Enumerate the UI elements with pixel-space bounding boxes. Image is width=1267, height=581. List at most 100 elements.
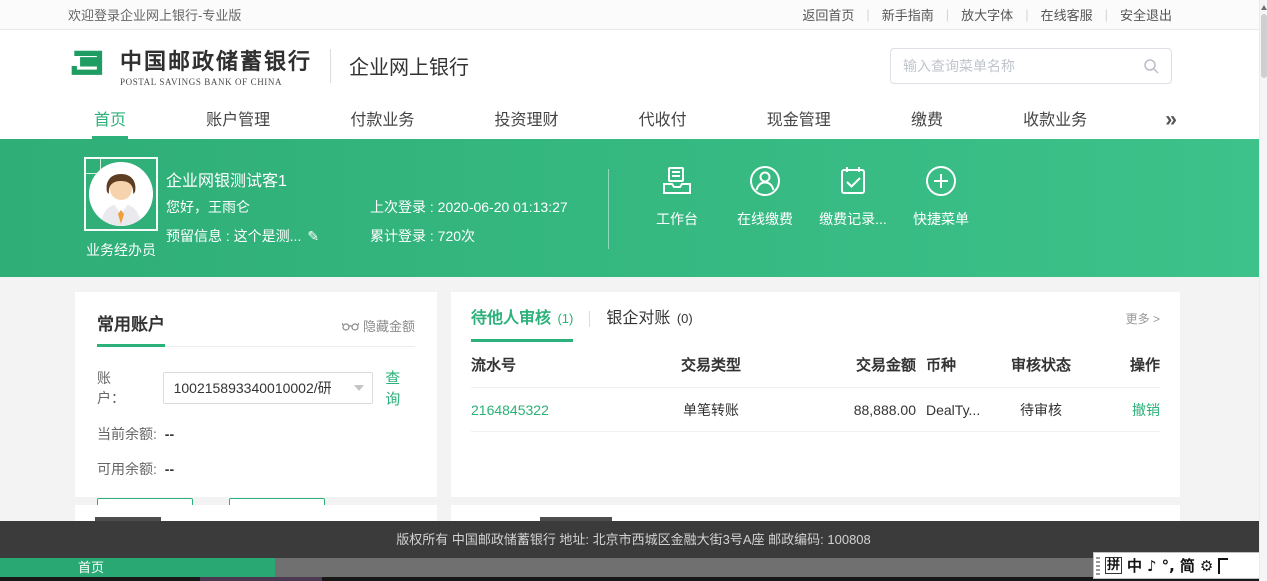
- bottom-taskbar: 首页: [0, 558, 1267, 577]
- last-login: 上次登录 : 2020-06-20 01:13:27: [370, 197, 568, 217]
- last-login-label: 上次登录 :: [370, 199, 438, 215]
- header: 中国邮政储蓄银行 POSTAL SAVINGS BANK OF CHINA 企业…: [0, 31, 1259, 100]
- link-safe-exit[interactable]: 安全退出: [1120, 5, 1172, 24]
- link-beginner-guide[interactable]: 新手指南: [882, 5, 934, 24]
- shortcut-online-payment[interactable]: 在线缴费: [721, 163, 809, 229]
- glasses-icon: [342, 320, 359, 332]
- clipped-panel-right: [451, 505, 1180, 522]
- review-status: 待审核: [991, 400, 1091, 420]
- available-balance-row: 可用余额: --: [97, 459, 415, 479]
- bottom-edge-segment: [200, 577, 322, 581]
- transaction-type: 单笔转账: [641, 400, 781, 420]
- tab-pending-review[interactable]: 待他人审核 (1): [471, 304, 573, 342]
- tab-count: (1): [557, 311, 573, 326]
- product-title: 企业网上银行: [349, 51, 469, 80]
- clipboard-check-icon: [835, 163, 871, 199]
- panel-title: 常用账户: [97, 310, 165, 347]
- divider: |: [1105, 7, 1108, 22]
- edit-pencil-icon[interactable]: ✎: [307, 228, 319, 245]
- link-return-home[interactable]: 返回首页: [802, 5, 854, 24]
- scrollbar-thumb[interactable]: [1261, 14, 1267, 78]
- nav-tab-collection-pay[interactable]: 代收付: [637, 100, 689, 139]
- ime-charset-icon[interactable]: 简: [1180, 555, 1195, 576]
- vertical-scrollbar[interactable]: [1259, 0, 1267, 581]
- divider: |: [866, 7, 869, 22]
- total-login-label: 累计登录 :: [370, 228, 438, 244]
- ime-width-mode-icon[interactable]: ♪: [1147, 557, 1157, 575]
- ime-scheme-icon[interactable]: 拼: [1105, 557, 1122, 574]
- nav-tab-home[interactable]: 首页: [92, 100, 128, 139]
- revoke-link[interactable]: 撤销: [1091, 400, 1160, 420]
- frequent-accounts-panel: 常用账户 隐藏金额 账 户： 100215893340010002/研 查询 当…: [75, 292, 437, 497]
- nav-tab-account-mgmt[interactable]: 账户管理: [204, 100, 272, 139]
- transaction-amount: 88,888.00: [781, 402, 916, 418]
- serial-number-link[interactable]: 2164845322: [471, 402, 641, 418]
- company-name: 企业网银测试客1: [166, 167, 287, 191]
- shortcut-workbench[interactable]: 工作台: [633, 163, 721, 229]
- user-role-label: 业务经办员: [76, 240, 166, 260]
- review-tabs: 待他人审核 (1) 银企对账 (0) 更多 >: [471, 306, 1160, 340]
- current-balance-value: --: [165, 426, 174, 442]
- greeting-text: 您好，王雨仑: [166, 197, 250, 217]
- welcome-text: 欢迎登录企业网上银行-专业版: [68, 5, 241, 24]
- tab-count: (0): [677, 311, 693, 326]
- ime-language-mode-icon[interactable]: 中: [1127, 555, 1142, 576]
- avatar-image: [89, 162, 153, 226]
- query-link[interactable]: 查询: [385, 367, 415, 409]
- account-select[interactable]: 100215893340010002/研: [163, 372, 374, 404]
- ime-drag-handle-icon[interactable]: [1096, 557, 1100, 575]
- plus-circle-icon: [923, 163, 959, 199]
- divider: [589, 311, 590, 327]
- ime-clipped-icon[interactable]: [1218, 558, 1228, 574]
- account-select-row: 账 户： 100215893340010002/研 查询: [97, 367, 415, 409]
- nav-tab-receivables[interactable]: 收款业务: [1021, 100, 1089, 139]
- currency: DealTy...: [916, 402, 991, 418]
- bottom-edge-strip: [0, 577, 1267, 581]
- panel-header: 常用账户 隐藏金额: [97, 310, 415, 347]
- col-status: 审核状态: [991, 354, 1091, 375]
- available-balance-value: --: [165, 461, 174, 477]
- menu-search-box: [890, 48, 1172, 84]
- more-link[interactable]: 更多 >: [1126, 310, 1160, 327]
- magnifier-icon[interactable]: [1143, 58, 1159, 74]
- shortcut-label: 缴费记录...: [819, 209, 887, 229]
- nav-tab-payment[interactable]: 付款业务: [348, 100, 416, 139]
- link-enlarge-font[interactable]: 放大字体: [961, 5, 1013, 24]
- ime-settings-gear-icon[interactable]: ⚙: [1200, 557, 1213, 575]
- menu-search-input[interactable]: [903, 58, 1143, 74]
- table-row: 2164845322 单笔转账 88,888.00 DealTy... 待审核 …: [471, 387, 1160, 432]
- shortcut-label: 工作台: [656, 209, 698, 229]
- link-online-service[interactable]: 在线客服: [1041, 5, 1093, 24]
- table-header: 流水号 交易类型 交易金额 币种 审核状态 操作: [471, 340, 1160, 387]
- nav-tab-fees[interactable]: 缴费: [909, 100, 945, 139]
- pending-review-panel: 待他人审核 (1) 银企对账 (0) 更多 > 流水号 交易类型 交易金额 币种…: [451, 292, 1180, 497]
- workbench-icon: [659, 163, 695, 199]
- col-amount: 交易金额: [781, 354, 916, 375]
- divider: [330, 49, 331, 83]
- footer: 版权所有 中国邮政储蓄银行 地址: 北京市西城区金融大街3号A座 邮政编码: 1…: [0, 521, 1267, 558]
- reserved-info: 预留信息 : 这个是测... ✎: [166, 226, 319, 246]
- taskbar-tab-home[interactable]: 首页: [0, 558, 275, 577]
- account-select-value: 100215893340010002/研: [174, 378, 351, 398]
- col-action: 操作: [1091, 354, 1160, 375]
- user-banner: 业务经办员 企业网银测试客1 您好，王雨仑 预留信息 : 这个是测... ✎ 上…: [0, 139, 1267, 277]
- divider: |: [946, 7, 949, 22]
- bank-name-cn: 中国邮政储蓄银行: [120, 44, 312, 76]
- shortcut-payment-records[interactable]: 缴费记录...: [809, 163, 897, 229]
- tab-bank-reconciliation[interactable]: 银企对账 (0): [606, 304, 692, 342]
- ime-punctuation-icon[interactable]: °,: [1162, 557, 1175, 575]
- screen: 欢迎登录企业网上银行-专业版 返回首页| 新手指南| 放大字体| 在线客服| 安…: [0, 0, 1267, 581]
- nav-tab-cash-mgmt[interactable]: 现金管理: [765, 100, 833, 139]
- hide-amount-label: 隐藏金额: [363, 316, 415, 335]
- hide-amount-toggle[interactable]: 隐藏金额: [342, 316, 415, 335]
- total-login: 累计登录 : 720次: [370, 226, 475, 246]
- clipped-panel-left: [75, 505, 437, 522]
- avatar[interactable]: [84, 157, 158, 231]
- copyright-text: 版权所有 中国邮政储蓄银行 地址: 北京市西城区金融大街3号A座 邮政编码: 1…: [396, 532, 871, 547]
- scroll-up-arrow-icon[interactable]: [1261, 5, 1267, 10]
- nav-tab-investment[interactable]: 投资理财: [492, 100, 560, 139]
- nav-more-chevron-icon[interactable]: »: [1165, 100, 1177, 139]
- shortcut-quick-menu[interactable]: 快捷菜单: [897, 163, 985, 229]
- main-nav: 首页 账户管理 付款业务 投资理财 代收付 现金管理 缴费 收款业务 »: [0, 100, 1259, 139]
- last-login-value: 2020-06-20 01:13:27: [438, 199, 568, 215]
